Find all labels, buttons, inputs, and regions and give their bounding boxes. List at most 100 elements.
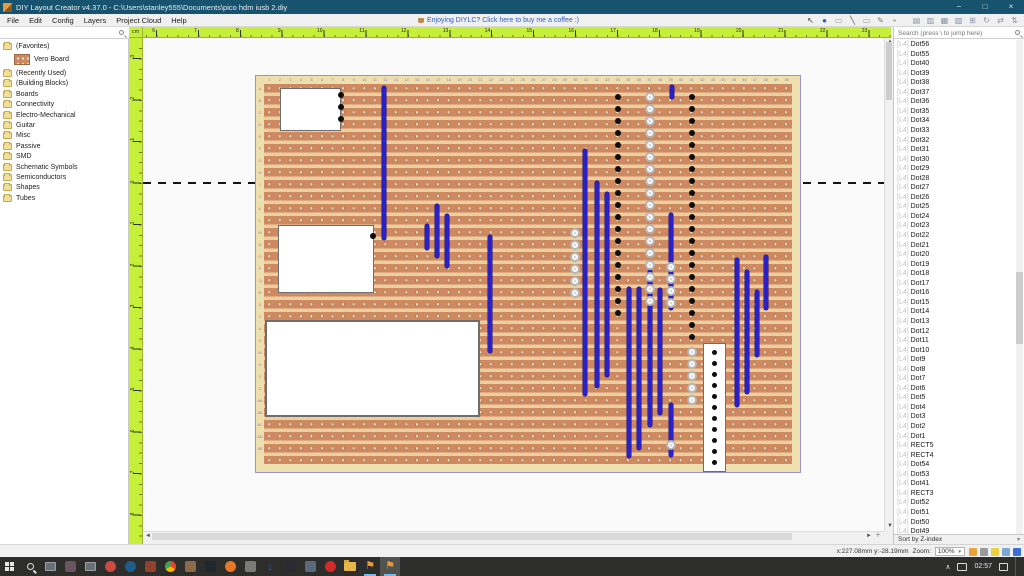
jumper-wire[interactable] [627, 287, 631, 458]
sort-dropdown[interactable]: Sort by Z-index ▼ [894, 534, 1024, 544]
component-list-item[interactable]: [L4] Dot27 [894, 184, 1016, 194]
component-list-item[interactable]: [L4] Dot11 [894, 337, 1016, 347]
solder-dot[interactable] [615, 238, 621, 244]
solder-dot[interactable] [689, 130, 695, 136]
maximize-button[interactable]: □ [972, 0, 998, 14]
solder-pad[interactable] [645, 140, 655, 150]
component-list-item[interactable]: [L4] Dot18 [894, 270, 1016, 280]
list-scrollbar[interactable] [1016, 40, 1023, 535]
component-list-item[interactable]: [L4] Dot8 [894, 366, 1016, 376]
solder-pad[interactable] [645, 272, 655, 282]
jumper-wire[interactable] [670, 85, 674, 99]
palette-item-passive[interactable]: Passive [0, 141, 129, 151]
network-icon[interactable] [957, 563, 967, 571]
app-paint[interactable] [240, 557, 260, 576]
solder-dot[interactable] [615, 298, 621, 304]
component-list-item[interactable]: [L4] Dot52 [894, 499, 1016, 509]
zoom-select[interactable]: 100% ▼ [935, 547, 965, 556]
solder-dot[interactable] [615, 286, 621, 292]
app-utility[interactable] [180, 557, 200, 576]
solder-pad[interactable] [687, 395, 697, 405]
component-list-item[interactable]: [L4] Dot41 [894, 480, 1016, 490]
solder-dot[interactable] [615, 250, 621, 256]
jumper-wire[interactable] [382, 86, 386, 240]
component-list-item[interactable]: [L4] Dot20 [894, 251, 1016, 261]
solder-dot[interactable] [712, 350, 717, 355]
jumper-wire[interactable] [637, 287, 641, 450]
solder-pad[interactable] [645, 116, 655, 126]
component-rect[interactable] [265, 320, 480, 417]
solder-dot[interactable] [712, 394, 717, 399]
component-rect[interactable] [278, 225, 374, 293]
app-remote-desktop[interactable] [40, 557, 60, 576]
expand-selection-icon[interactable]: ⊞ [967, 15, 978, 27]
component-list-item[interactable]: [L4] Dot6 [894, 385, 1016, 395]
solder-dot[interactable] [615, 214, 621, 220]
layout-canvas[interactable]: 1234567891011121314151617181920212223242… [143, 38, 884, 531]
solder-dot[interactable] [615, 130, 621, 136]
jumper-wire[interactable] [605, 192, 609, 377]
ungroup-icon[interactable]: ▥ [925, 15, 936, 27]
menu-layers[interactable]: Layers [79, 16, 112, 25]
palette-item-misc[interactable]: Misc [0, 131, 129, 141]
solder-dot[interactable] [689, 334, 695, 340]
solder-dot[interactable] [689, 94, 695, 100]
palette-item-buildingblocks[interactable]: (Building Blocks) [0, 79, 129, 89]
app-virtual-machine[interactable] [80, 557, 100, 576]
app-gallery[interactable] [60, 557, 80, 576]
solder-pad[interactable] [645, 104, 655, 114]
component-list-item[interactable]: [L4] Dot14 [894, 308, 1016, 318]
solder-dot[interactable] [689, 142, 695, 148]
solder-dot[interactable] [689, 238, 695, 244]
jumper-wire[interactable] [445, 214, 449, 268]
solder-dot[interactable] [615, 94, 621, 100]
pencil-tool-icon[interactable]: ✎ [875, 15, 886, 27]
solder-pad[interactable] [570, 288, 580, 298]
app-media-player[interactable] [200, 557, 220, 576]
component-list-item[interactable]: [L4] Dot39 [894, 70, 1016, 80]
component-list-item[interactable]: [L4] Dot55 [894, 51, 1016, 61]
clock[interactable]: 02:57 [974, 563, 992, 570]
app-diylc-active[interactable]: ⚑ [380, 557, 400, 576]
solder-pad[interactable] [666, 286, 676, 296]
solder-dot[interactable] [689, 118, 695, 124]
component-list-item[interactable]: [L4] Dot34 [894, 117, 1016, 127]
solder-dot[interactable] [712, 372, 717, 377]
solder-dot[interactable] [370, 233, 376, 239]
solder-pad[interactable] [570, 240, 580, 250]
component-search[interactable] [894, 27, 1024, 39]
solder-pad[interactable] [645, 248, 655, 258]
component-list-item[interactable]: [L4] Dot35 [894, 108, 1016, 118]
jumper-wire[interactable] [658, 288, 662, 415]
component-list-item[interactable]: [L4] Dot15 [894, 299, 1016, 309]
notifications-icon[interactable] [999, 563, 1008, 571]
component-list-item[interactable]: [L4] RECT5 [894, 442, 1016, 452]
solder-pad[interactable] [645, 284, 655, 294]
solder-dot[interactable] [615, 142, 621, 148]
menu-edit[interactable]: Edit [24, 16, 47, 25]
component-list-item[interactable]: [L4] Dot24 [894, 213, 1016, 223]
component-list-item[interactable]: [L4] Dot51 [894, 509, 1016, 519]
solder-dot[interactable] [615, 226, 621, 232]
solder-dot[interactable] [689, 106, 695, 112]
solder-dot[interactable] [712, 438, 717, 443]
highlight-connected-areas-icon[interactable] [980, 548, 988, 556]
cursor-tool-icon[interactable]: ↖ [805, 15, 816, 27]
palette-item-favorites[interactable]: (Favorites) [0, 41, 129, 51]
bring-forward-icon[interactable]: ▧ [953, 15, 964, 27]
solder-dot[interactable] [615, 190, 621, 196]
component-list-item[interactable]: [L4] Dot12 [894, 328, 1016, 338]
solder-dot[interactable] [689, 190, 695, 196]
list-scroll-thumb[interactable] [1016, 272, 1023, 344]
component-list-item[interactable]: [L4] Dot17 [894, 280, 1016, 290]
solder-dot[interactable] [712, 383, 717, 388]
line-tool-icon[interactable]: ╲ [847, 15, 858, 27]
component-list-item[interactable]: [L4] Dot50 [894, 519, 1016, 529]
palette-item-veroboard[interactable]: Vero Board [0, 51, 129, 68]
component-list-item[interactable]: [L4] Dot21 [894, 242, 1016, 252]
minimize-button[interactable]: − [946, 0, 972, 14]
solder-dot[interactable] [615, 178, 621, 184]
solder-pad[interactable] [645, 296, 655, 306]
solder-pad[interactable] [645, 128, 655, 138]
palette-item-tubes[interactable]: Tubes [0, 193, 129, 203]
